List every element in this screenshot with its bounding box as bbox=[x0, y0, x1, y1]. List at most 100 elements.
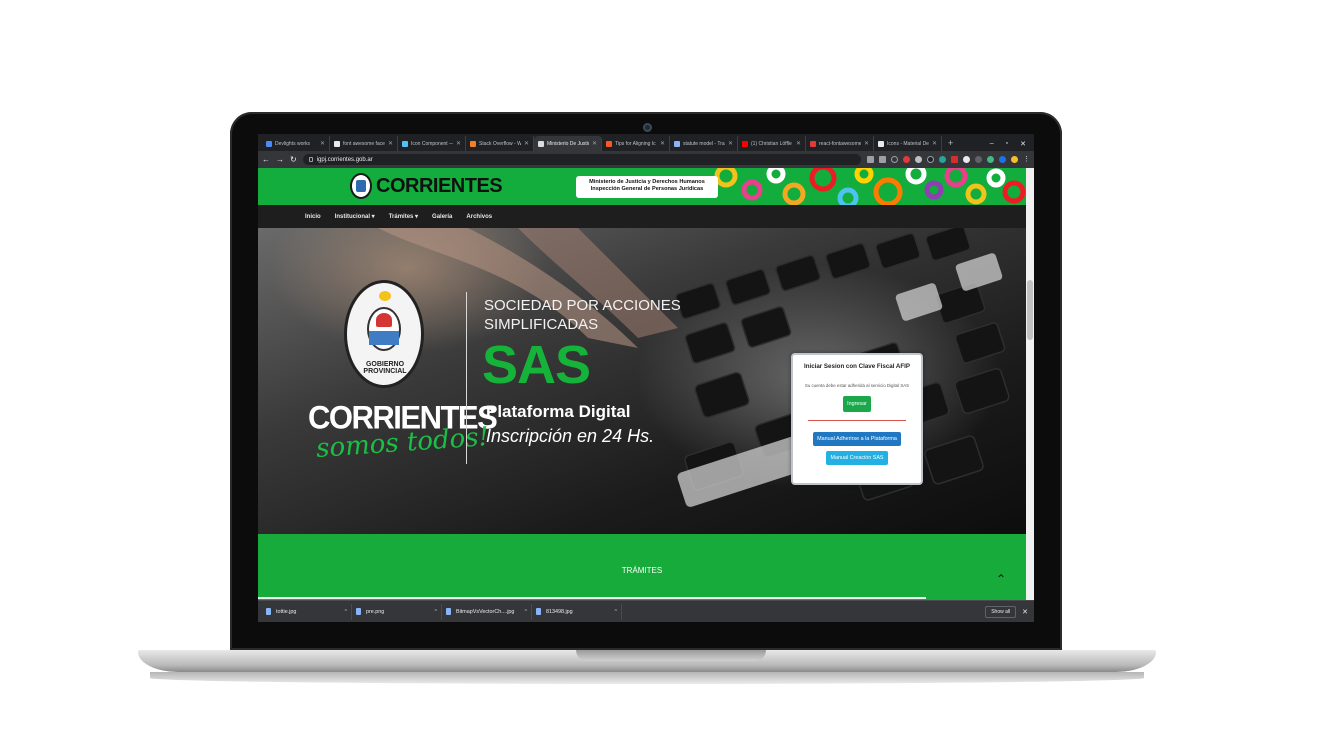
browser-tab[interactable]: Stack Overflow - W ✕ bbox=[466, 136, 534, 151]
browser-window: Devlights works ✕ font awesome facel ✕ Icon … bbox=[258, 134, 1034, 622]
profile-avatar-icon[interactable] bbox=[1011, 156, 1018, 163]
menu-icon[interactable]: ⋮ bbox=[1023, 156, 1030, 163]
pdf-extension-icon[interactable] bbox=[951, 156, 958, 163]
file-icon bbox=[536, 608, 541, 615]
download-item[interactable]: pre.png ^ bbox=[352, 603, 442, 620]
chevron-up-icon[interactable]: ^ bbox=[435, 609, 437, 615]
extension-icon[interactable] bbox=[939, 156, 946, 163]
tab-title: Ministerio De Justic bbox=[547, 140, 589, 147]
forward-icon[interactable]: → bbox=[276, 155, 284, 164]
cast-icon[interactable] bbox=[867, 156, 874, 163]
hero-inscription: Inscripción en 24 Hs. bbox=[486, 426, 655, 446]
page-scrollbar[interactable] bbox=[1026, 168, 1034, 622]
tab-title: statute model - Tra bbox=[683, 140, 725, 147]
chevron-up-icon[interactable]: ^ bbox=[345, 609, 347, 615]
close-window-button[interactable]: ✕ bbox=[1020, 140, 1026, 148]
star-icon[interactable] bbox=[891, 156, 898, 163]
nav-institucional[interactable]: Institucional ▾ bbox=[335, 213, 375, 220]
manual-creacion-button[interactable]: Manual Creación SAS bbox=[826, 451, 888, 465]
chevron-up-icon[interactable]: ^ bbox=[615, 609, 617, 615]
scroll-to-top-icon[interactable]: ⌃ bbox=[996, 572, 1006, 586]
section-underline bbox=[258, 597, 926, 599]
hero-divider bbox=[466, 292, 467, 464]
login-note: Su cuenta debe estar adherida al servici… bbox=[804, 383, 910, 388]
tramites-section: TRÁMITES ⌃ bbox=[258, 534, 1026, 600]
browser-tab[interactable]: react-fontawesome ✕ bbox=[806, 136, 874, 151]
download-item[interactable]: tottie.jpg ^ bbox=[262, 603, 352, 620]
nav-tramites[interactable]: Trámites ▾ bbox=[389, 213, 418, 220]
browser-tab[interactable]: Tips for Aligning Ic ✕ bbox=[602, 136, 670, 151]
favicon-icon bbox=[470, 140, 476, 147]
close-tab-icon[interactable]: ✕ bbox=[388, 140, 393, 147]
close-tab-icon[interactable]: ✕ bbox=[524, 140, 529, 147]
seal-text: GOBIERNO PROVINCIAL bbox=[363, 361, 407, 375]
government-seal-icon: GOBIERNO PROVINCIAL bbox=[344, 280, 424, 388]
laptop-notch bbox=[576, 650, 766, 661]
close-tab-icon[interactable]: ✕ bbox=[320, 140, 325, 147]
extension-icon[interactable] bbox=[963, 156, 970, 163]
browser-tab[interactable]: Icons - Material De ✕ bbox=[874, 136, 942, 151]
download-name: tottie.jpg bbox=[276, 608, 297, 615]
favicon-icon bbox=[742, 140, 748, 147]
province-seal-icon bbox=[350, 173, 372, 199]
close-tab-icon[interactable]: ✕ bbox=[660, 140, 665, 147]
reload-icon[interactable]: ↻ bbox=[290, 155, 297, 164]
nav-inicio[interactable]: Inicio bbox=[305, 214, 321, 220]
chevron-up-icon[interactable]: ^ bbox=[525, 609, 527, 615]
tab-title: Stack Overflow - W bbox=[479, 140, 521, 147]
maximize-button[interactable]: ▫ bbox=[1006, 140, 1008, 147]
translate-icon[interactable] bbox=[879, 156, 886, 163]
browser-toolbar: ← → ↻ igpj.corrientes.gob.ar ⋮ bbox=[258, 151, 1034, 168]
download-name: BitmapVsVectorCh....jpg bbox=[456, 608, 515, 615]
hero-platform: Plataforma Digital bbox=[486, 402, 631, 421]
favicon-icon bbox=[266, 140, 272, 147]
favicon-icon bbox=[538, 140, 544, 147]
site-logo[interactable]: CORRIENTES bbox=[350, 173, 503, 199]
address-bar[interactable]: igpj.corrientes.gob.ar bbox=[302, 154, 861, 165]
close-tab-icon[interactable]: ✕ bbox=[932, 140, 937, 147]
vue-devtools-icon[interactable] bbox=[987, 156, 994, 163]
close-tab-icon[interactable]: ✕ bbox=[796, 140, 801, 147]
browser-tab[interactable]: (1) Christian Löffle ✕ bbox=[738, 136, 806, 151]
favicon-icon bbox=[606, 140, 612, 147]
browser-tab[interactable]: font awesome facel ✕ bbox=[330, 136, 398, 151]
close-tab-icon[interactable]: ✕ bbox=[864, 140, 869, 147]
window-controls: – ▫ ✕ bbox=[990, 136, 1034, 151]
show-all-button[interactable]: Show all bbox=[985, 605, 1017, 618]
download-item[interactable]: BitmapVsVectorCh....jpg ^ bbox=[442, 603, 532, 620]
ingresar-button[interactable]: Ingresar bbox=[843, 396, 871, 412]
browser-tab[interactable]: Devlights works ✕ bbox=[262, 136, 330, 151]
extensions-area: ⋮ bbox=[867, 156, 1030, 163]
manual-adherirse-button[interactable]: Manual Adherirse a la Plataforma bbox=[813, 432, 901, 446]
minimize-button[interactable]: – bbox=[990, 140, 994, 147]
favicon-icon bbox=[334, 140, 340, 147]
adblock-extension-icon[interactable] bbox=[903, 156, 910, 163]
favicon-icon bbox=[402, 140, 408, 147]
download-shelf: tottie.jpg ^ pre.png ^ BitmapVsVectorCh.… bbox=[258, 600, 1034, 622]
extension-icon[interactable] bbox=[975, 156, 982, 163]
hero-banner: GOBIERNO PROVINCIAL CORRIENTES somos tod… bbox=[258, 228, 1026, 534]
brand-name: CORRIENTES bbox=[376, 174, 503, 197]
tab-title: react-fontawesome bbox=[819, 140, 861, 147]
close-tab-icon[interactable]: ✕ bbox=[456, 140, 461, 147]
new-tab-button[interactable]: + bbox=[942, 136, 959, 151]
favicon-icon bbox=[878, 140, 884, 147]
download-item[interactable]: 813498.jpg ^ bbox=[532, 603, 622, 620]
extension-icon[interactable] bbox=[999, 156, 1006, 163]
browser-tab[interactable]: Ministerio De Justic ✕ bbox=[534, 136, 602, 151]
hero-sas: SAS bbox=[482, 335, 591, 395]
close-shelf-icon[interactable]: ✕ bbox=[1016, 608, 1034, 616]
browser-tab[interactable]: statute model - Tra ✕ bbox=[670, 136, 738, 151]
nav-galeria[interactable]: Galería bbox=[432, 214, 452, 220]
nav-archivos[interactable]: Archivos bbox=[466, 214, 492, 220]
file-icon bbox=[266, 608, 271, 615]
extension-icon[interactable] bbox=[915, 156, 922, 163]
close-tab-icon[interactable]: ✕ bbox=[592, 140, 597, 147]
lock-icon bbox=[308, 157, 313, 162]
close-tab-icon[interactable]: ✕ bbox=[728, 140, 733, 147]
extension-icon[interactable] bbox=[927, 156, 934, 163]
scrollbar-thumb[interactable] bbox=[1027, 280, 1033, 340]
tab-title: Tips for Aligning Ic bbox=[615, 140, 656, 147]
back-icon[interactable]: ← bbox=[262, 155, 270, 164]
browser-tab[interactable]: Icon Component — ✕ bbox=[398, 136, 466, 151]
